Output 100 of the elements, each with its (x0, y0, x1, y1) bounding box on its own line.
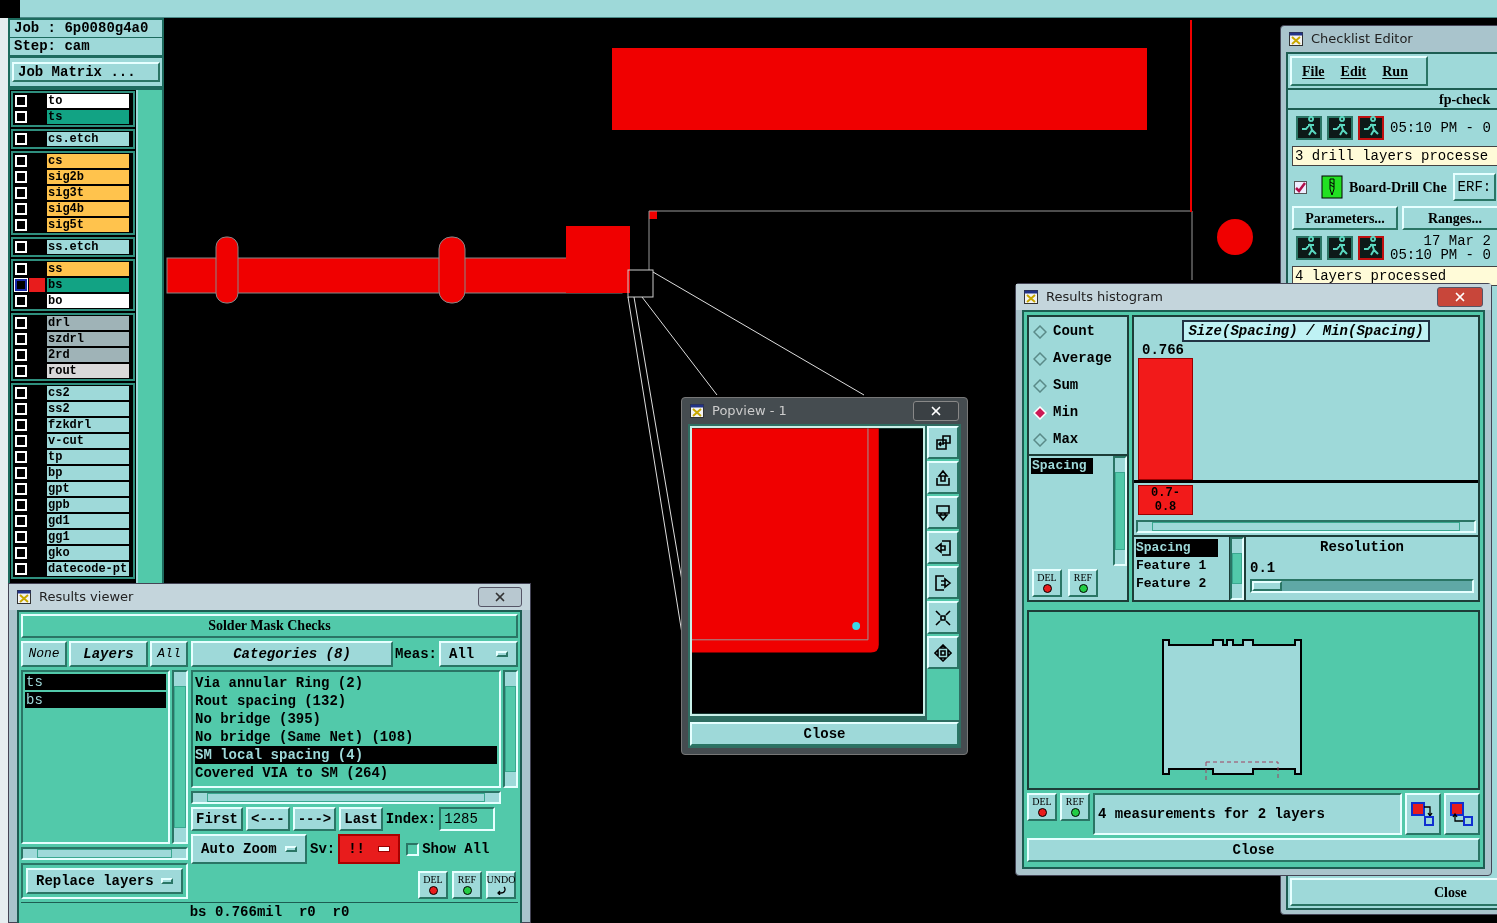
meas-label: Meas: (395, 644, 437, 664)
menu-item[interactable]: Edit (1340, 60, 1367, 82)
layer-name[interactable]: tp (47, 450, 129, 464)
layer-name[interactable]: ss.etch (47, 240, 129, 254)
layer-list-item[interactable]: ts (25, 674, 166, 690)
index-field[interactable]: 1285 (439, 807, 496, 831)
close-button[interactable] (1437, 287, 1483, 307)
view-button[interactable] (927, 636, 959, 669)
scrollbar[interactable] (191, 791, 501, 804)
action-checkbox[interactable] (1294, 180, 1307, 194)
tool-button[interactable]: DEL (1027, 793, 1057, 821)
layer-name[interactable]: szdrl (47, 332, 129, 346)
field-item[interactable]: Feature 1 (1136, 557, 1227, 575)
histogram-export-button[interactable] (1405, 793, 1441, 835)
job-matrix-button[interactable]: Job Matrix ... (12, 62, 160, 82)
tool-button[interactable]: REF (452, 871, 482, 899)
histogram-import-button[interactable] (1444, 793, 1480, 835)
view-button[interactable] (927, 426, 959, 459)
scrollbar[interactable] (1230, 537, 1244, 600)
layer-name[interactable]: drl (47, 316, 129, 330)
layer-name[interactable]: to (47, 94, 129, 108)
layer-name[interactable]: v-cut (47, 434, 129, 448)
navigation-button[interactable]: First (191, 807, 243, 831)
layer-name[interactable]: bp (47, 466, 129, 480)
menu-item[interactable]: File (1302, 60, 1325, 82)
layer-name[interactable]: gpb (47, 498, 129, 512)
field-item[interactable]: Feature 2 (1136, 575, 1227, 593)
action-button[interactable]: Parameters... (1292, 206, 1398, 230)
radio-button[interactable] (1033, 432, 1047, 447)
layer-name[interactable]: gpt (47, 482, 129, 496)
tool-button[interactable]: DEL (418, 871, 448, 899)
layer-list-item[interactable]: bs (25, 692, 166, 708)
menu-item[interactable]: Run (1382, 60, 1408, 82)
navigation-button[interactable]: ---> (292, 807, 337, 831)
resolution-slider[interactable] (1250, 579, 1474, 593)
layer-name[interactable]: cs2 (47, 386, 129, 400)
navigation-button[interactable]: Last (339, 807, 383, 831)
layer-name[interactable]: sig2b (47, 170, 129, 184)
scrollbar[interactable] (1113, 456, 1127, 566)
layer-name[interactable]: bo (47, 294, 129, 308)
layer-name[interactable]: bs (47, 278, 129, 292)
tool-button[interactable]: DEL (1032, 569, 1062, 597)
close-icon (1453, 290, 1467, 304)
replace-layers-dropdown[interactable]: Replace layers (26, 868, 183, 894)
action-button[interactable]: Ranges... (1402, 206, 1497, 230)
close-button[interactable]: Close (1027, 838, 1480, 862)
layer-name[interactable]: ss2 (47, 402, 129, 416)
close-button[interactable] (913, 401, 959, 421)
category-item[interactable]: No bridge (Same Net) (108) (195, 728, 497, 746)
view-button[interactable] (927, 531, 959, 564)
layers-button[interactable]: Layers (69, 641, 148, 667)
layer-name[interactable]: ts (47, 110, 129, 124)
auto-zoom-dropdown[interactable]: Auto Zoom (191, 834, 307, 864)
view-button[interactable] (927, 601, 959, 634)
view-button[interactable] (927, 566, 959, 599)
close-button[interactable] (478, 587, 522, 607)
layer-name[interactable]: sig5t (47, 218, 129, 232)
radio-button[interactable] (1033, 378, 1047, 393)
layer-name[interactable]: gd1 (47, 514, 129, 528)
scrollbar[interactable] (503, 670, 518, 788)
layer-name[interactable]: fzkdrl (47, 418, 129, 432)
scrollbar[interactable] (172, 670, 188, 844)
categories-button[interactable]: Categories (8) (191, 641, 393, 667)
erf-button[interactable]: ERF: (1452, 173, 1497, 201)
layer-name[interactable]: ss (47, 262, 129, 276)
tool-button[interactable]: UNDO (486, 871, 516, 899)
layer-name[interactable]: rout (47, 364, 129, 378)
layer-name[interactable]: datecode-pt (47, 562, 129, 576)
close-button[interactable]: Close (1290, 878, 1497, 906)
field-item[interactable]: Spacing (1136, 539, 1218, 557)
layer-name[interactable]: cs (47, 154, 129, 168)
layer-checkbox[interactable] (15, 279, 27, 291)
show-all-checkbox[interactable] (406, 842, 420, 856)
tool-button[interactable]: REF (1068, 569, 1098, 597)
all-button[interactable]: All (150, 641, 188, 667)
category-item[interactable]: Covered VIA to SM (264) (195, 764, 497, 782)
view-button[interactable] (927, 461, 959, 494)
attribute-item[interactable]: Spacing (1031, 458, 1093, 474)
layer-name[interactable]: 2rd (47, 348, 129, 362)
layer-name[interactable]: cs.etch (47, 132, 129, 146)
slider-thumb[interactable] (1252, 581, 1282, 591)
layer-name[interactable]: sig3t (47, 186, 129, 200)
none-button[interactable]: None (21, 641, 67, 667)
radio-button[interactable] (1033, 351, 1047, 366)
navigation-button[interactable]: <--- (246, 807, 290, 831)
scrollbar[interactable] (21, 847, 188, 860)
category-item[interactable]: SM local spacing (4) (195, 746, 497, 764)
category-item[interactable]: No bridge (395) (195, 710, 497, 728)
tool-button[interactable]: REF (1060, 793, 1090, 821)
meas-dropdown[interactable]: All (439, 641, 518, 667)
close-button[interactable]: Close (690, 722, 959, 746)
category-item[interactable]: Via annular Ring (2) (195, 674, 497, 692)
severity-dropdown[interactable]: !! (338, 834, 401, 864)
layer-name[interactable]: gg1 (47, 530, 129, 544)
layer-name[interactable]: gko (47, 546, 129, 560)
view-button[interactable] (927, 496, 959, 529)
category-item[interactable]: Rout spacing (132) (195, 692, 497, 710)
radio-button[interactable] (1033, 324, 1047, 339)
scrollbar[interactable] (1136, 520, 1476, 533)
layer-name[interactable]: sig4b (47, 202, 129, 216)
